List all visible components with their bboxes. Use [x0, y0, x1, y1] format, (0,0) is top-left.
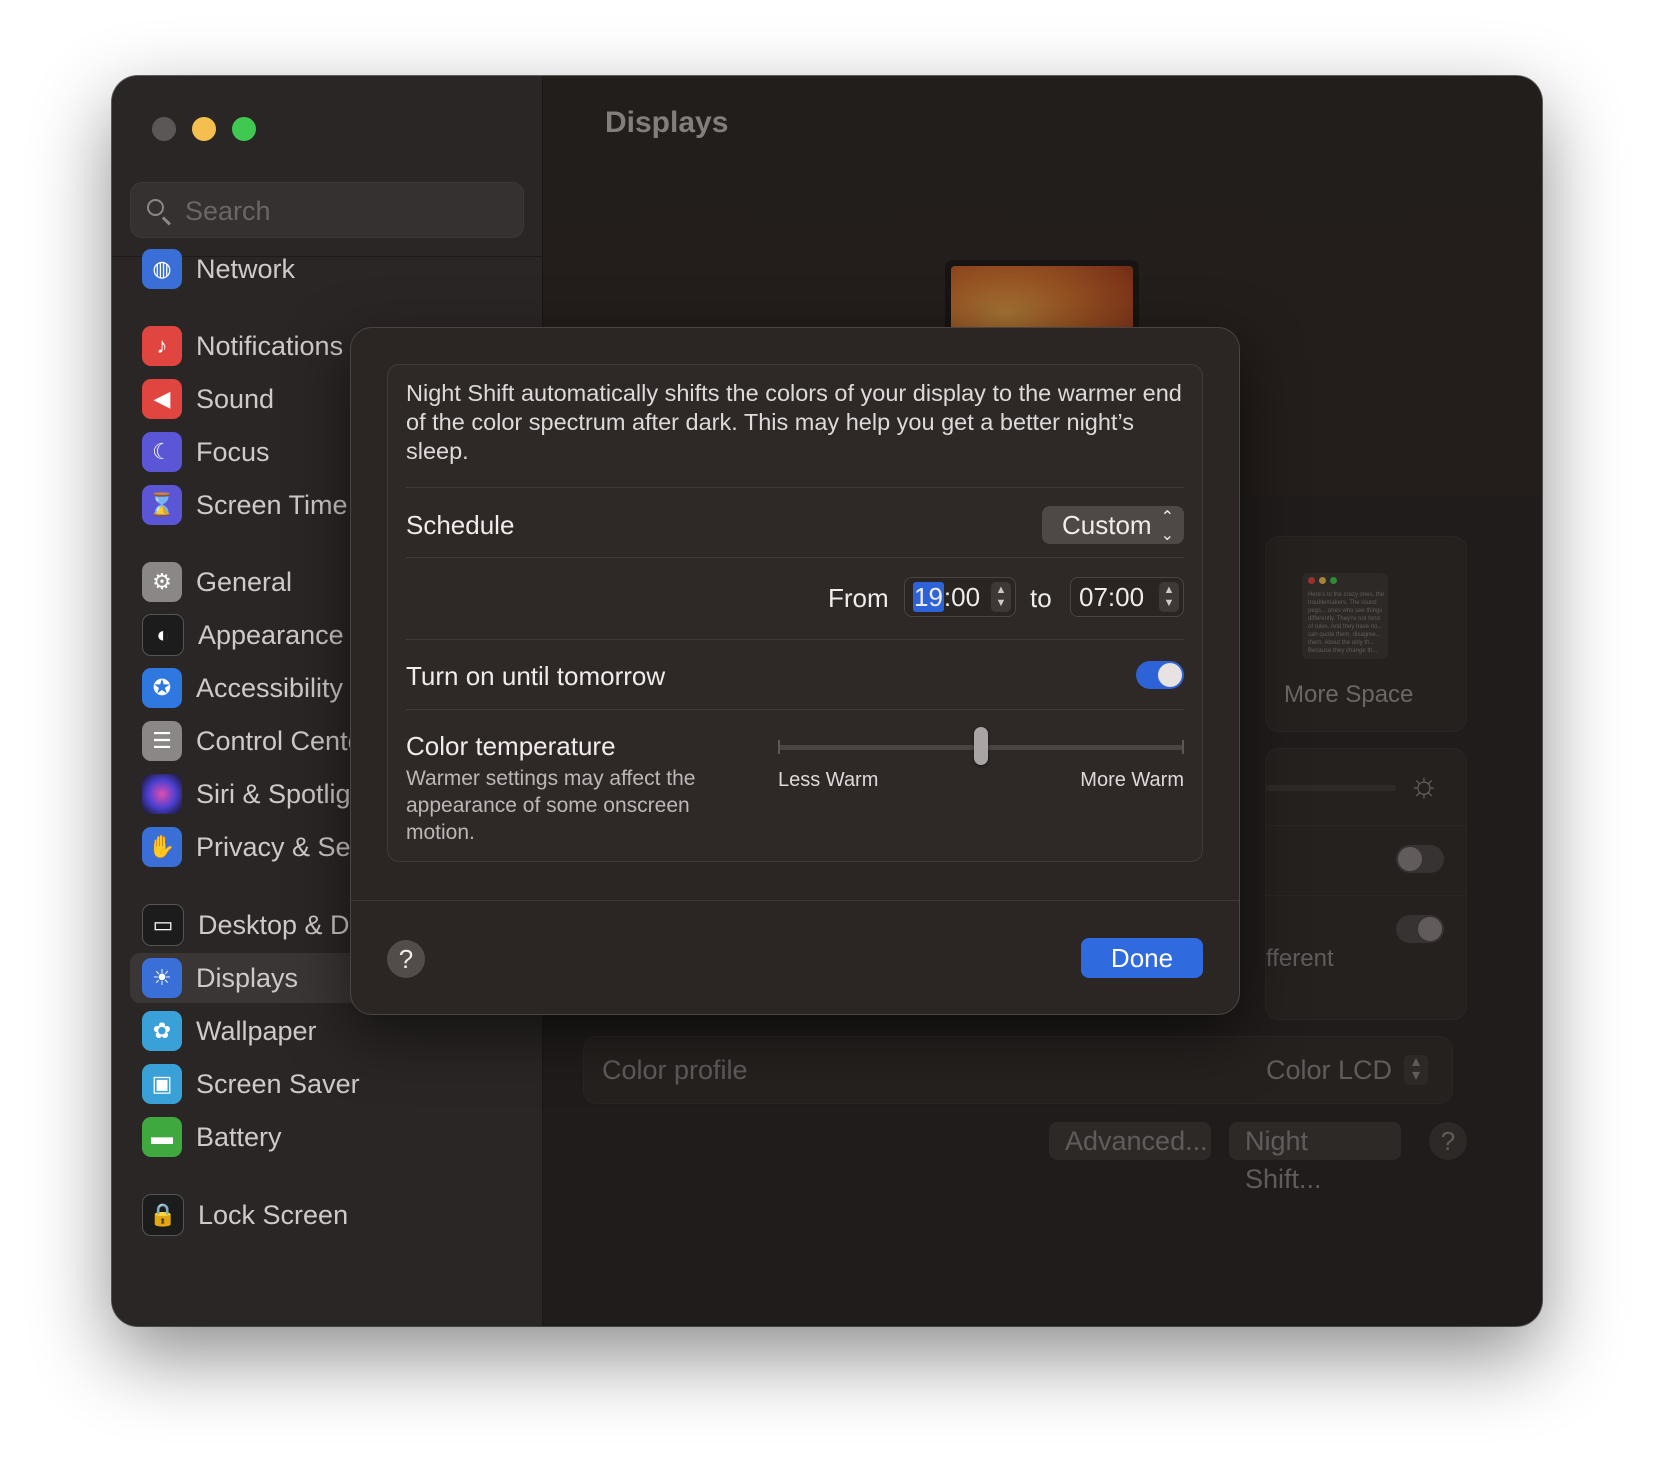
- control-center-icon: ☰: [142, 721, 182, 761]
- from-label: From: [828, 583, 889, 613]
- less-warm-label: Less Warm: [778, 769, 879, 791]
- hand-icon: ✋: [142, 827, 182, 867]
- search-input[interactable]: [183, 193, 507, 229]
- system-settings-window: ◍ Network ♪ Notifications ◀ Sound ☾ Focu…: [112, 76, 1542, 1326]
- battery-icon: ▬: [142, 1117, 182, 1157]
- schedule-popup[interactable]: Custom ⌃ ⌄: [1042, 506, 1184, 544]
- bell-icon: ♪: [142, 326, 182, 366]
- minimize-window-button[interactable]: [192, 117, 216, 141]
- sidebar-item-label: Battery: [196, 1121, 282, 1152]
- color-temperature-label: Color temperature: [406, 731, 616, 761]
- sidebar-item-battery[interactable]: ▬ Battery: [130, 1112, 530, 1162]
- sidebar-item-label: Siri & Spotligh: [196, 778, 366, 809]
- accessibility-icon: ✪: [142, 668, 182, 708]
- sidebar-item-label: Accessibility: [196, 672, 344, 703]
- appearance-icon: ◐: [142, 614, 184, 656]
- sidebar-item-label: Lock Screen: [198, 1199, 349, 1230]
- speaker-icon: ◀: [142, 379, 182, 419]
- search-icon: [147, 199, 164, 216]
- night-shift-description: Night Shift automatically shifts the col…: [406, 380, 1182, 464]
- to-time-field[interactable]: 07:00 ▲ ▼: [1070, 577, 1184, 617]
- manual-label: Turn on until tomorrow: [406, 661, 666, 691]
- sidebar-item-label: Notifications: [196, 330, 344, 361]
- stepper-down-icon[interactable]: ▼: [1159, 597, 1179, 610]
- sun-icon: ☀: [142, 958, 182, 998]
- moon-icon: ☾: [142, 432, 182, 472]
- sidebar-item-screen-saver[interactable]: ▣ Screen Saver: [130, 1059, 530, 1109]
- slider-tick-min: [778, 740, 780, 754]
- color-temperature-note: Warmer settings may affect the appearanc…: [406, 767, 696, 844]
- flower-icon: ✿: [142, 1011, 182, 1051]
- sidebar-item-label: Network: [196, 253, 296, 284]
- stepper-down-icon[interactable]: ▼: [991, 597, 1011, 610]
- to-time-stepper[interactable]: ▲ ▼: [1159, 582, 1179, 612]
- from-time-text: 19:00: [913, 582, 980, 612]
- from-minutes[interactable]: :00: [944, 582, 980, 612]
- night-shift-settings-group: Night Shift automatically shifts the col…: [387, 364, 1203, 862]
- slider-tick-max: [1182, 740, 1184, 754]
- sidebar-item-label: Desktop & Do: [198, 909, 365, 940]
- row-divider: [406, 709, 1184, 710]
- schedule-label: Schedule: [406, 510, 515, 540]
- zoom-window-button[interactable]: [232, 117, 256, 141]
- from-time-stepper[interactable]: ▲ ▼: [991, 582, 1011, 612]
- schedule-value: Custom: [1062, 510, 1152, 540]
- gear-icon: ⚙: [142, 562, 182, 602]
- sidebar-item-label: Control Cente: [196, 725, 363, 756]
- night-shift-help-button[interactable]: ?: [387, 940, 425, 978]
- sidebar-item-label: Appearance: [198, 619, 344, 650]
- sidebar-item-lock-screen[interactable]: 🔒 Lock Screen: [130, 1190, 530, 1240]
- more-warm-label: More Warm: [1080, 769, 1184, 791]
- stepper-up-icon[interactable]: ▲: [991, 584, 1011, 597]
- row-divider: [406, 557, 1184, 558]
- sidebar-item-label: Wallpaper: [196, 1015, 317, 1046]
- sidebar-item-label: Privacy & Sec: [196, 831, 365, 862]
- from-hour-selected[interactable]: 19: [913, 582, 944, 612]
- row-divider: [406, 639, 1184, 640]
- screen-saver-icon: ▣: [142, 1064, 182, 1104]
- sheet-footer-divider: [351, 900, 1239, 901]
- sidebar-item-label: Focus: [196, 436, 270, 467]
- sidebar-item-label: Screen Saver: [196, 1068, 360, 1099]
- sidebar-item-label: Displays: [196, 962, 299, 993]
- turn-on-until-tomorrow-toggle[interactable]: [1136, 661, 1184, 689]
- siri-icon: [142, 774, 182, 814]
- globe-icon: ◍: [142, 249, 182, 289]
- from-time-field[interactable]: 19:00 ▲ ▼: [904, 577, 1016, 617]
- lock-icon: 🔒: [142, 1194, 184, 1236]
- chevron-updown-icon: ⌃ ⌄: [1160, 509, 1174, 544]
- search-field[interactable]: [130, 182, 524, 238]
- sidebar-item-label: Screen Time: [196, 489, 348, 520]
- to-label: to: [1030, 583, 1052, 613]
- done-button[interactable]: Done: [1081, 938, 1203, 978]
- hourglass-icon: ⌛: [142, 485, 182, 525]
- sidebar-item-label: Sound: [196, 383, 275, 414]
- close-window-button[interactable]: [152, 117, 176, 141]
- night-shift-sheet: Night Shift automatically shifts the col…: [350, 327, 1240, 1015]
- color-temperature-slider-knob[interactable]: [974, 727, 988, 765]
- window-controls: [152, 117, 256, 141]
- to-time-text[interactable]: 07:00: [1079, 582, 1144, 612]
- sidebar-item-network[interactable]: ◍ Network: [130, 244, 530, 294]
- sidebar-item-label: General: [196, 566, 293, 597]
- dock-icon: ▭: [142, 904, 184, 946]
- row-divider: [406, 487, 1184, 488]
- stepper-up-icon[interactable]: ▲: [1159, 584, 1179, 597]
